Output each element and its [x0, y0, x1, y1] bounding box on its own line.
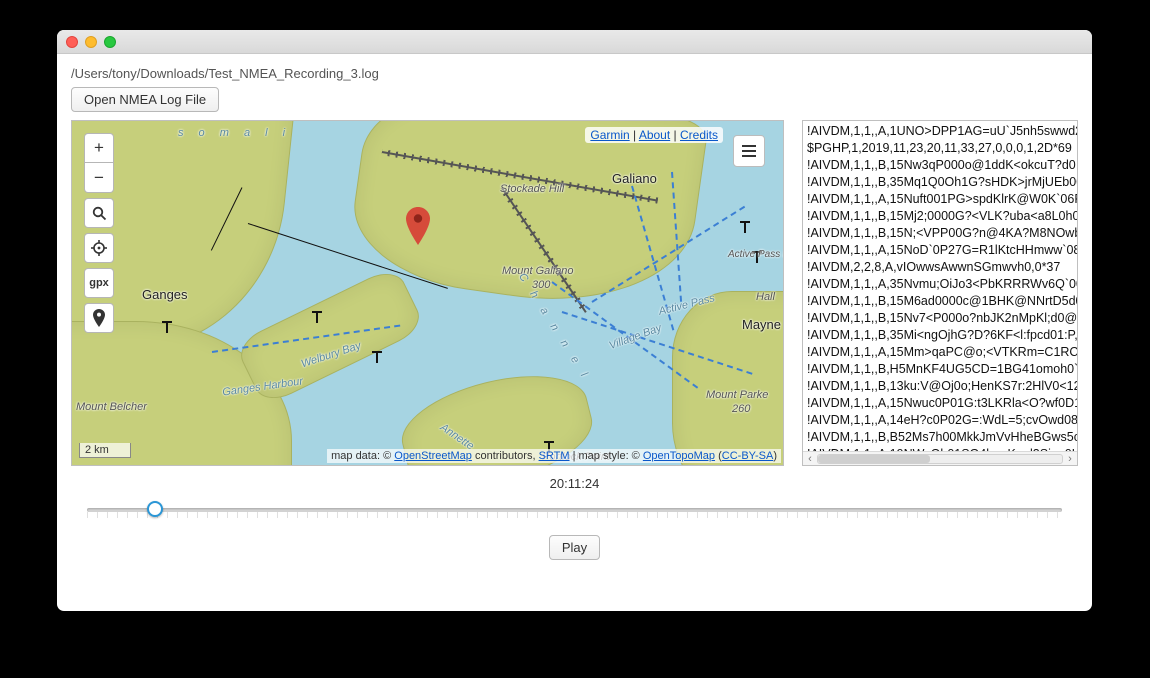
map-label: 260 — [732, 403, 750, 415]
map-label: Active Pass Lighthouse — [728, 249, 784, 260]
content-area: /Users/tony/Downloads/Test_NMEA_Recordin… — [57, 54, 1092, 611]
map-layers-button[interactable] — [733, 135, 765, 167]
lighthouse-icon — [372, 351, 382, 365]
app-window: /Users/tony/Downloads/Test_NMEA_Recordin… — [57, 30, 1092, 611]
window-close-button[interactable] — [66, 36, 78, 48]
zoom-out-button[interactable]: − — [84, 163, 114, 193]
log-panel: !AIVDM,1,1,,A,1UNO>DPP1AG=uU`J5nh5swwd2 … — [802, 120, 1078, 466]
scroll-right-icon[interactable]: › — [1063, 453, 1077, 465]
main-row: s o m a l i Galiano Stockade Hill Mount … — [71, 120, 1078, 466]
map-locate-button[interactable] — [84, 233, 114, 263]
crosshair-icon — [91, 240, 107, 256]
map-label: s o m a l i — [178, 127, 291, 139]
log-horizontal-scrollbar[interactable]: ‹ › — [803, 451, 1077, 465]
map-link-garmin[interactable]: Garmin — [590, 128, 629, 142]
map-scale-bar: 2 km — [79, 443, 131, 458]
map-label-ganges: Ganges — [142, 287, 188, 302]
playback-time-label: 20:11:24 — [71, 476, 1078, 491]
file-path-label: /Users/tony/Downloads/Test_NMEA_Recordin… — [71, 66, 1078, 81]
slider-ticks — [87, 512, 1062, 518]
map-marker-tool-button[interactable] — [84, 303, 114, 333]
menu-icon — [742, 145, 756, 157]
attribution-srtm-link[interactable]: SRTM — [539, 450, 570, 462]
map-controls: + − — [84, 133, 114, 333]
map-attribution: map data: © OpenStreetMap contributors, … — [327, 449, 781, 463]
marker-icon — [93, 309, 105, 327]
log-text-area[interactable]: !AIVDM,1,1,,A,1UNO>DPP1AG=uU`J5nh5swwd2 … — [803, 121, 1077, 451]
lighthouse-icon — [162, 321, 172, 335]
lighthouse-icon — [312, 311, 322, 325]
map-links: Garmin | About | Credits — [585, 127, 723, 143]
map-label: Mount Belcher — [76, 401, 147, 413]
attribution-otm-link[interactable]: OpenTopoMap — [643, 450, 715, 462]
zoom-in-button[interactable]: + — [84, 133, 114, 163]
map-label-galiano: Galiano — [612, 171, 657, 186]
window-zoom-button[interactable] — [104, 36, 116, 48]
scroll-track[interactable] — [817, 454, 1063, 464]
scroll-left-icon[interactable]: ‹ — [803, 453, 817, 465]
play-button[interactable]: Play — [549, 535, 600, 560]
scroll-thumb[interactable] — [818, 455, 930, 463]
lighthouse-icon — [740, 221, 750, 235]
map-label-mayne: Mayne — [742, 317, 781, 332]
attribution-license-link[interactable]: CC-BY-SA — [722, 450, 774, 462]
toolbar: Open NMEA Log File — [71, 87, 1078, 112]
map-label: Stockade Hill — [500, 183, 564, 195]
attribution-osm-link[interactable]: OpenStreetMap — [394, 450, 472, 462]
position-marker-icon — [406, 207, 430, 245]
map-link-credits[interactable]: Credits — [680, 128, 718, 142]
titlebar[interactable] — [57, 30, 1092, 54]
search-icon — [92, 206, 107, 221]
map-label: Mount Parke — [706, 389, 768, 401]
slider-thumb[interactable] — [147, 501, 163, 517]
map-gpx-button[interactable]: gpx — [84, 268, 114, 298]
open-nmea-log-button[interactable]: Open NMEA Log File — [71, 87, 219, 112]
map-view[interactable]: s o m a l i Galiano Stockade Hill Mount … — [71, 120, 784, 466]
map-canvas[interactable]: s o m a l i Galiano Stockade Hill Mount … — [72, 121, 783, 465]
map-label: Hall — [756, 291, 775, 303]
map-label: Mount Galiano — [502, 265, 574, 277]
playback-slider[interactable] — [87, 499, 1062, 519]
map-link-about[interactable]: About — [639, 128, 670, 142]
window-minimize-button[interactable] — [85, 36, 97, 48]
map-search-button[interactable] — [84, 198, 114, 228]
